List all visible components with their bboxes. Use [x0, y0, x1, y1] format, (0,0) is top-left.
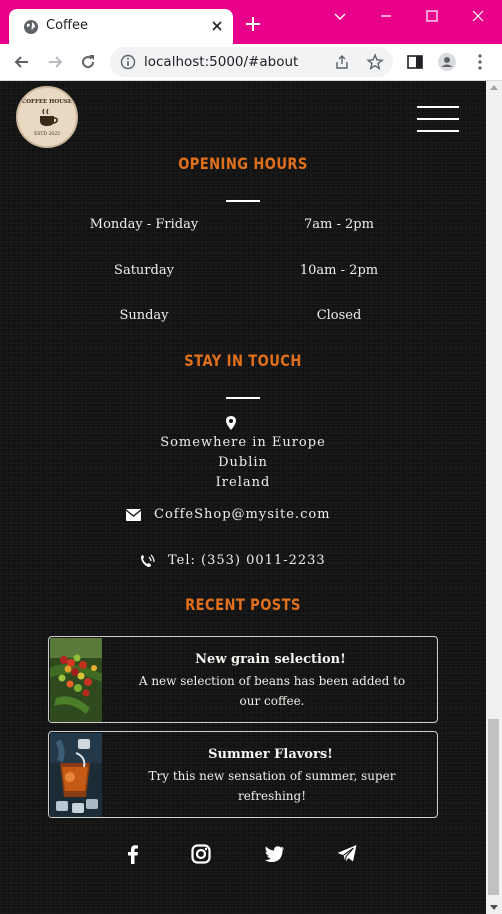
- stay-in-touch-title: STAY IN TOUCH: [184, 351, 302, 370]
- recent-posts-title: RECENT POSTS: [185, 595, 301, 614]
- close-window-icon[interactable]: [468, 6, 488, 26]
- tab-title: Coffee: [46, 18, 88, 33]
- new-tab-icon[interactable]: [244, 15, 262, 33]
- address-line: Ireland: [215, 475, 271, 490]
- post-card[interactable]: Summer Flavors! Try this new sensation o…: [48, 731, 438, 818]
- section-divider: [226, 397, 260, 399]
- hours-time: Closed: [316, 308, 362, 323]
- instagram-icon[interactable]: [190, 843, 212, 865]
- share-icon[interactable]: [334, 54, 350, 70]
- envelope-icon: [126, 509, 141, 521]
- browser-toolbar: localhost:5000/#about: [0, 44, 502, 80]
- hours-day: Saturday: [114, 263, 174, 278]
- page-viewport: COFFEE HOUSE ESTD 2023 OPENING HOURS Mon…: [0, 81, 486, 914]
- scrollbar-thumb[interactable]: [488, 719, 499, 895]
- post-text: our coffee.: [239, 694, 305, 708]
- menu-dots-icon[interactable]: [470, 52, 490, 72]
- browser-tab[interactable]: Coffee: [9, 9, 233, 44]
- address-bar[interactable]: localhost:5000/#about: [110, 47, 393, 77]
- telegram-icon[interactable]: [336, 843, 358, 865]
- post-card[interactable]: New grain selection! A new selection of …: [48, 636, 438, 723]
- browser-tabstrip: Coffee: [0, 0, 502, 44]
- email-text[interactable]: CoffeShop@mysite.com: [154, 507, 331, 522]
- side-panel-icon[interactable]: [405, 52, 425, 72]
- scroll-down-arrow-icon[interactable]: [490, 905, 498, 910]
- hours-time: 7am - 2pm: [304, 217, 374, 232]
- summer-drink-image: [50, 733, 102, 817]
- close-tab-icon[interactable]: [209, 18, 225, 34]
- opening-hours-title: OPENING HOURS: [178, 154, 308, 173]
- phone-text[interactable]: Tel: (353) 0011-2233: [168, 553, 326, 568]
- hours-day: Monday - Friday: [89, 217, 199, 232]
- logo-top-text: COFFEE HOUSE: [21, 99, 73, 105]
- map-pin-icon: [226, 416, 236, 430]
- hours-time: 10am - 2pm: [299, 263, 379, 278]
- scroll-up-arrow-icon[interactable]: [490, 85, 498, 90]
- site-logo[interactable]: COFFEE HOUSE ESTD 2023: [16, 86, 78, 148]
- site-info-icon[interactable]: [120, 54, 136, 70]
- post-text: refreshing!: [237, 789, 307, 803]
- bookmark-star-icon[interactable]: [366, 53, 384, 71]
- coffee-beans-image: [50, 638, 102, 722]
- hours-day: Sunday: [119, 308, 169, 323]
- address-line: Somewhere in Europe: [160, 435, 326, 450]
- post-title[interactable]: New grain selection!: [104, 652, 437, 667]
- reload-icon[interactable]: [78, 52, 98, 72]
- post-text: Try this new sensation of summer, super: [148, 769, 396, 783]
- profile-avatar-icon[interactable]: [437, 52, 457, 72]
- maximize-icon[interactable]: [422, 6, 442, 26]
- minimize-icon[interactable]: [376, 6, 396, 26]
- address-line: Dublin: [218, 455, 268, 470]
- twitter-icon[interactable]: [263, 843, 285, 865]
- post-text: A new selection of beans has been added …: [138, 674, 406, 688]
- facebook-icon[interactable]: [122, 843, 144, 865]
- forward-arrow-icon[interactable]: [45, 52, 65, 72]
- logo-bottom-text: ESTD 2023: [34, 132, 60, 137]
- url-text: localhost:5000/#about: [144, 54, 299, 70]
- vertical-scrollbar[interactable]: [486, 81, 502, 914]
- post-title[interactable]: Summer Flavors!: [104, 747, 437, 762]
- hamburger-menu-icon[interactable]: [417, 106, 459, 134]
- phone-volume-icon: [141, 554, 155, 567]
- tab-search-chevron-icon[interactable]: [330, 6, 350, 26]
- section-divider: [226, 200, 260, 202]
- coffee-cup-icon: [40, 108, 58, 126]
- back-arrow-icon[interactable]: [12, 52, 32, 72]
- globe-icon: [24, 20, 38, 34]
